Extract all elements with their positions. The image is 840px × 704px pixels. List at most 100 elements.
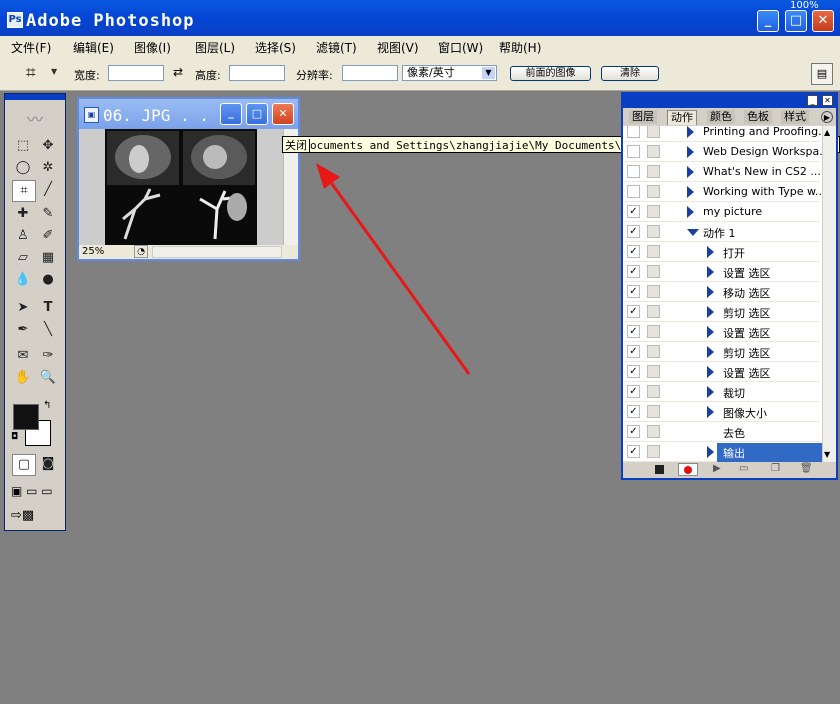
dialog-toggle-checkbox[interactable] [647, 405, 660, 418]
dialog-toggle-checkbox[interactable] [647, 445, 660, 458]
resolution-input[interactable] [342, 65, 398, 81]
toolbox-header[interactable] [5, 94, 65, 100]
dialog-toggle-checkbox[interactable] [647, 305, 660, 318]
dialog-toggle-checkbox[interactable] [647, 285, 660, 298]
menu-view[interactable]: 视图(V) [377, 39, 419, 56]
collapse-triangle-icon[interactable] [707, 346, 714, 358]
action-toggle-checkbox[interactable]: ✓ [627, 445, 640, 458]
menu-file[interactable]: 文件(F) [11, 39, 51, 56]
dodge-tool-icon[interactable]: ● [37, 270, 59, 290]
panel-titlebar[interactable]: _ ✕ [623, 94, 836, 108]
dialog-toggle-checkbox[interactable] [647, 126, 660, 138]
line-tool-icon[interactable]: ╲ [37, 320, 59, 340]
foreground-color-swatch[interactable] [13, 404, 39, 430]
action-toggle-checkbox[interactable]: ✓ [627, 385, 640, 398]
tab-swatches[interactable]: 色板 [744, 110, 772, 124]
blur-tool-icon[interactable]: 💧 [12, 270, 34, 290]
action-toggle-checkbox[interactable] [627, 185, 640, 198]
new-set-icon[interactable]: ▭ [739, 463, 748, 474]
tab-layers[interactable]: 图层 [629, 110, 657, 124]
collapse-triangle-icon[interactable] [687, 146, 694, 158]
action-row[interactable]: ✓ 图像大小 [623, 402, 820, 422]
screen-mode-icons[interactable]: ▣ ▭ ▭ [11, 484, 53, 498]
trash-icon[interactable]: 🗑 [800, 463, 813, 474]
crop-tool-icon[interactable]: ⌗ [12, 180, 36, 202]
menu-select[interactable]: 选择(S) [255, 39, 296, 56]
panel-minimize-button[interactable]: _ [807, 95, 818, 106]
feather-icon[interactable]: 〰 [11, 106, 59, 129]
document-titlebar[interactable]: ▣ 06. JPG . . . _ □ ✕ [79, 99, 298, 129]
type-tool-icon[interactable]: T [37, 298, 59, 318]
action-row[interactable]: Working with Type w... [623, 182, 822, 202]
dialog-toggle-checkbox[interactable] [647, 265, 660, 278]
magic-wand-tool-icon[interactable]: ✲ [37, 158, 59, 178]
action-toggle-checkbox[interactable]: ✓ [627, 425, 640, 438]
action-toggle-checkbox[interactable]: ✓ [627, 325, 640, 338]
dialog-toggle-checkbox[interactable] [647, 225, 660, 238]
collapse-triangle-icon[interactable] [687, 166, 694, 178]
collapse-triangle-icon[interactable] [707, 266, 714, 278]
panel-menu-icon[interactable]: ▶ [821, 111, 833, 123]
action-row[interactable]: Printing and Proofing... [623, 126, 822, 142]
width-input[interactable] [108, 65, 164, 81]
swap-icon[interactable]: ⇄ [173, 65, 183, 79]
tab-styles[interactable]: 样式 [781, 110, 809, 124]
document-window[interactable]: ▣ 06. JPG . . . _ □ ✕ 25% ◔ [77, 97, 300, 261]
history-brush-tool-icon[interactable]: ✐ [37, 226, 59, 246]
gradient-tool-icon[interactable]: ▦ [37, 248, 59, 268]
dialog-toggle-checkbox[interactable] [647, 365, 660, 378]
menu-filter[interactable]: 滤镜(T) [316, 39, 357, 56]
action-row[interactable]: ✓ 设置 选区 [623, 362, 820, 382]
new-action-icon[interactable]: ❐ [771, 463, 780, 474]
tab-actions[interactable]: 动作 [667, 110, 697, 125]
slice-tool-icon[interactable]: ╱ [37, 180, 59, 200]
collapse-triangle-icon[interactable] [687, 206, 694, 218]
document-maximize-button[interactable]: □ [246, 103, 268, 125]
action-row[interactable]: ✓ 设置 选区 [623, 262, 820, 282]
tool-preset-dropdown-icon[interactable]: ▼ [51, 67, 57, 76]
eraser-tool-icon[interactable]: ▱ [12, 248, 34, 268]
collapse-triangle-icon[interactable] [687, 186, 694, 198]
action-toggle-checkbox[interactable]: ✓ [627, 265, 640, 278]
clear-button[interactable]: 清除 [601, 66, 659, 81]
action-row[interactable]: ✓ 移动 选区 [623, 282, 820, 302]
action-toggle-checkbox[interactable]: ✓ [627, 345, 640, 358]
marquee-tool-icon[interactable]: ⬚ [12, 136, 34, 156]
action-row[interactable]: ✓ 剪切 选区 [623, 302, 820, 322]
dialog-toggle-checkbox[interactable] [647, 245, 660, 258]
action-toggle-checkbox[interactable]: ✓ [627, 365, 640, 378]
height-input[interactable] [229, 65, 285, 81]
play-icon[interactable]: ▶ [713, 463, 721, 474]
path-selection-tool-icon[interactable]: ➤ [12, 298, 34, 318]
action-toggle-checkbox[interactable]: ✓ [627, 205, 640, 218]
swap-colors-icon[interactable]: ↰ [43, 400, 51, 411]
menu-layer[interactable]: 图层(L) [195, 39, 235, 56]
clone-stamp-tool-icon[interactable]: ♙ [12, 226, 34, 246]
app-titlebar[interactable]: Ps Adobe Photoshop _ □ ✕ 100% [0, 0, 840, 36]
action-row[interactable]: ✓ 剪切 选区 [623, 342, 820, 362]
action-row[interactable]: ✓ 裁切 [623, 382, 820, 402]
zoom-tool-icon[interactable]: 🔍 [37, 368, 59, 388]
action-toggle-checkbox[interactable]: ✓ [627, 305, 640, 318]
collapse-triangle-icon[interactable] [707, 386, 714, 398]
crop-tool-icon[interactable]: ⌗ [26, 63, 36, 83]
collapse-triangle-icon[interactable] [707, 406, 714, 418]
scroll-up-icon[interactable]: ▲ [824, 128, 830, 137]
menu-edit[interactable]: 编辑(E) [73, 39, 114, 56]
default-colors-icon[interactable]: ◘ [11, 432, 18, 442]
collapse-triangle-icon[interactable] [707, 326, 714, 338]
unit-select[interactable]: 像素/英寸 ▼ [402, 65, 497, 81]
dialog-toggle-checkbox[interactable] [647, 345, 660, 358]
standard-mode-icon[interactable]: ▢ [12, 454, 36, 476]
eyedropper-tool-icon[interactable]: ✑ [37, 346, 59, 366]
action-row[interactable]: ✓ 输出 [623, 442, 822, 462]
action-toggle-checkbox[interactable]: ✓ [627, 245, 640, 258]
document-horizontal-scrollbar[interactable] [152, 246, 282, 258]
panel-close-button[interactable]: ✕ [822, 95, 833, 106]
close-button[interactable]: ✕ [812, 10, 834, 32]
action-row[interactable]: ✓ 动作 1 [623, 222, 820, 242]
brush-tool-icon[interactable]: ✎ [37, 204, 59, 224]
collapse-triangle-icon[interactable] [687, 126, 694, 138]
action-row[interactable]: Web Design Workspa... [623, 142, 822, 162]
action-toggle-checkbox[interactable] [627, 145, 640, 158]
